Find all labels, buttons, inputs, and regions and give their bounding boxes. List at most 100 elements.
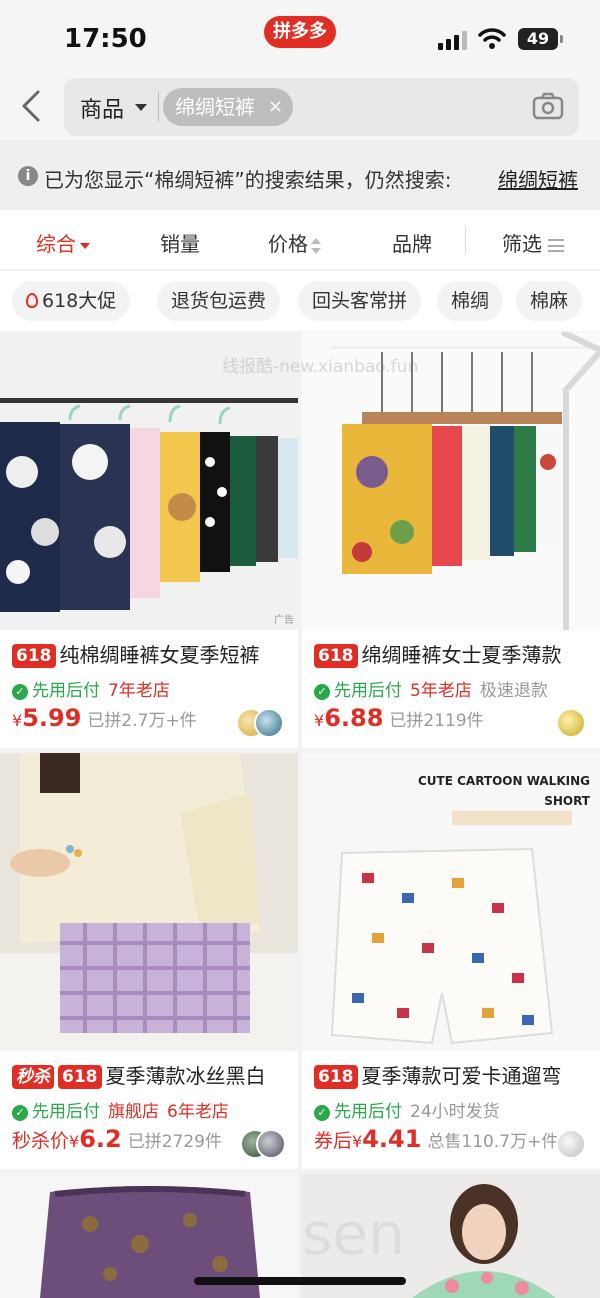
currency: ¥ [12,711,23,730]
tag-618[interactable]: 618大促 [12,281,131,321]
currency: ¥ [314,711,325,730]
chevron-down-icon [80,242,90,249]
product-tags: ✓ 先用后付 旗舰店 6年老店 [12,1097,229,1122]
product-tags: ✓ 先用后付 7年老店 [12,676,170,701]
info-icon: i [18,166,38,186]
search-correction-notice: i 已为您显示“棉绸短裤”的搜索结果，仍然搜索: 绵绸短裤 [0,140,600,210]
badge-618: 618 [314,644,358,668]
wifi-icon [478,28,506,49]
flame-icon [26,293,38,308]
battery-icon: 49 [518,28,563,50]
tag-label: 棉麻 [530,290,569,312]
search-scope-dropdown[interactable]: 商品 [80,92,124,124]
product-title: 秒杀 618 夏季薄款冰丝黑白 [12,1061,292,1091]
currency: ¥ [69,1132,80,1151]
ad-label: 广告 [274,615,294,626]
filter-button[interactable]: 筛选 [502,228,564,257]
product-price: 秒杀价¥6.2 已拼2729件 [12,1125,222,1153]
product-price: ¥6.88 已拼2119件 [314,704,484,732]
pay-later-tag: 先用后付 [334,681,402,701]
product-card[interactable]: CUTE CARTOON WALKING SHORT 618 夏季薄款可爱卡通遛弯… [302,753,600,1169]
sold-count: 总售110.7万+件 [427,1132,559,1152]
store-tag: 5年老店 [410,681,472,701]
product-card[interactable]: 秒杀 618 夏季薄款冰丝黑白 ✓ 先用后付 旗舰店 6年老店 秒杀价¥6.2 已拼2729… [0,753,298,1169]
camera-icon[interactable] [532,92,564,120]
avatar [254,708,284,738]
sold-count: 已拼2.7万+件 [87,711,197,731]
product-card[interactable]: 广告 618 纯棉绸睡裤女夏季短裤 ✓ 先用后付 7年老店 ¥5.99 已拼2.7万+件 [0,332,298,748]
sort-bar: 综合 销量 价格 品牌 筛选 [0,210,600,270]
sold-count: 已拼2729件 [127,1132,222,1152]
price-value: 5.99 [22,704,82,732]
product-image [0,753,298,1051]
price-value: 6.88 [324,704,384,732]
refund-tag: 极速退款 [479,681,548,701]
status-bar: 17:50 拼多多 49 [0,0,600,76]
tag-repeat-customers[interactable]: 回头客常拼 [298,281,422,321]
tag-label: 退货包运费 [171,290,267,312]
image-caption: CUTE CARTOON WALKING SHORT [418,771,590,811]
buyer-avatars [556,1129,588,1159]
buyer-avatars [236,708,286,738]
tag-label: 回头客常拼 [312,290,408,312]
shield-check-icon: ✓ [314,684,330,700]
buyer-avatars [240,1129,286,1159]
home-indicator[interactable] [194,1277,406,1285]
product-tags: ✓ 先用后付 24小时发货 [314,1097,500,1122]
product-title-text: 绵绸睡裤女士夏季薄款 [361,643,562,667]
product-title-text: 夏季薄款可爱卡通遛弯 [361,1064,562,1088]
tag-return-shipping[interactable]: 退货包运费 [157,281,281,321]
product-title: 618 纯棉绸睡裤女夏季短裤 [12,640,292,670]
back-icon[interactable] [14,86,50,126]
product-title-text: 纯棉绸睡裤女夏季短裤 [59,643,260,667]
product-price: 券后¥4.41 总售110.7万+件 [314,1125,558,1153]
avatar [556,1129,586,1159]
tag-mianchou[interactable]: 棉绸 [437,281,504,321]
notice-text: 已为您显示“棉绸短裤”的搜索结果，仍然搜索: [44,168,452,192]
sort-price[interactable]: 价格 [268,228,321,257]
sort-brand[interactable]: 品牌 [392,228,432,257]
pay-later-tag: 先用后付 [32,681,100,701]
shipping-tag: 24小时发货 [410,1102,500,1122]
chevron-down-icon [135,104,147,111]
close-icon[interactable]: × [268,88,283,126]
clock: 17:50 [64,24,147,54]
watermark: 线报酷-new.xianbao.fun [222,357,419,377]
shield-check-icon: ✓ [314,1105,330,1121]
avatar [256,1129,286,1159]
product-image: CUTE CARTOON WALKING SHORT [302,753,600,1051]
sort-label: 销量 [160,232,200,256]
product-title: 618 夏季薄款可爱卡通遛弯 [314,1061,594,1091]
badge-flash-sale: 秒杀 [12,1065,54,1089]
product-title-text: 夏季薄款冰丝黑白 [105,1064,266,1088]
pay-later-tag: 先用后付 [334,1102,402,1122]
image-caption-line: SHORT [544,794,590,808]
signal-icon [438,30,468,50]
filter-label: 筛选 [502,232,542,256]
product-title: 618 绵绸睡裤女士夏季薄款 [314,640,594,670]
sort-label: 综合 [36,232,76,256]
tag-label: 618大促 [42,290,117,312]
filter-icon [548,239,564,252]
sort-label: 价格 [268,232,308,256]
sort-sales[interactable]: 销量 [160,228,200,257]
tag-mianma[interactable]: 棉麻 [516,281,583,321]
original-query-link[interactable]: 绵绸短裤 [498,164,578,193]
store-tag: 7年老店 [108,681,170,701]
product-tags: ✓ 先用后付 5年老店 极速退款 [314,676,548,701]
app-badge: 拼多多 [264,16,336,48]
svg-text:sen: sen [302,1200,405,1268]
sold-count: 已拼2119件 [389,711,484,731]
price-prefix: 券后 [314,1130,353,1152]
search-input[interactable]: 商品 绵绸短裤 × [64,78,579,136]
product-card[interactable]: 618 绵绸睡裤女士夏季薄款 ✓ 先用后付 5年老店 极速退款 ¥6.88 已拼2119件 [302,332,600,748]
badge-618: 618 [12,644,56,668]
pay-later-tag: 先用后付 [32,1102,100,1122]
avatar [556,708,586,738]
shield-check-icon: ✓ [12,1105,28,1121]
store-tag: 旗舰店 [108,1102,159,1122]
query-chip[interactable]: 绵绸短裤 × [163,88,293,126]
badge-618: 618 [58,1065,102,1089]
sort-comprehensive[interactable]: 综合 [36,228,90,257]
divider [465,226,466,254]
